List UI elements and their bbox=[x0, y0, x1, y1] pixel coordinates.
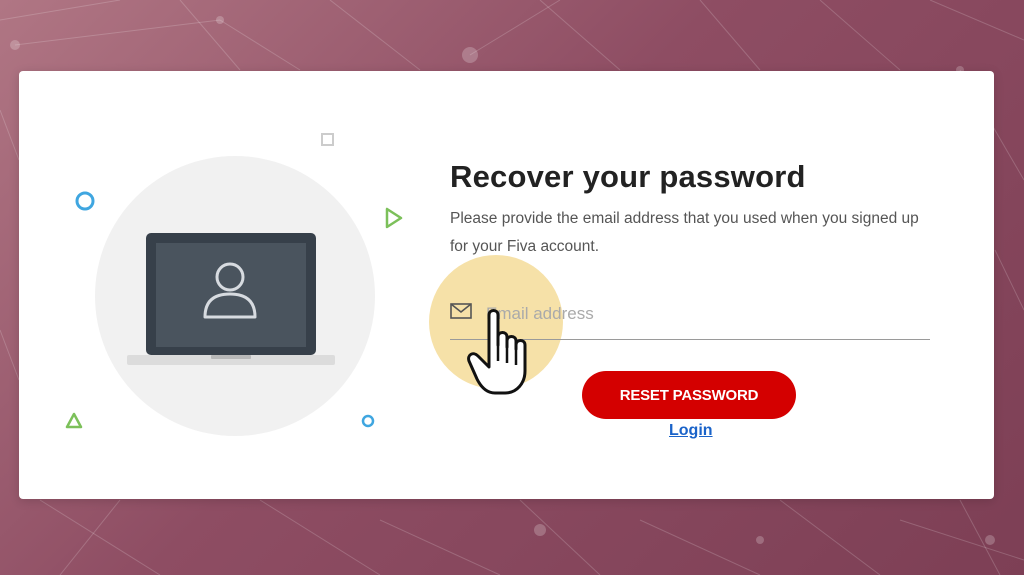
triangle-decor-green-small bbox=[65, 412, 83, 429]
circle-decor-blue bbox=[75, 191, 95, 211]
hand-pointer-icon bbox=[467, 309, 527, 395]
laptop-icon bbox=[127, 233, 335, 365]
reset-password-button[interactable]: RESET PASSWORD bbox=[582, 371, 796, 419]
page-title: Recover your password bbox=[450, 159, 806, 194]
login-link[interactable]: Login bbox=[669, 422, 713, 440]
instructions-text: Please provide the email address that yo… bbox=[450, 210, 919, 255]
laptop-user-illustration bbox=[65, 133, 403, 436]
circle-decor-small bbox=[361, 414, 375, 428]
square-decor bbox=[321, 133, 334, 146]
recover-password-card: Recover your password Please provide the… bbox=[19, 71, 994, 499]
triangle-decor-green bbox=[385, 207, 403, 229]
email-input[interactable] bbox=[484, 298, 928, 330]
